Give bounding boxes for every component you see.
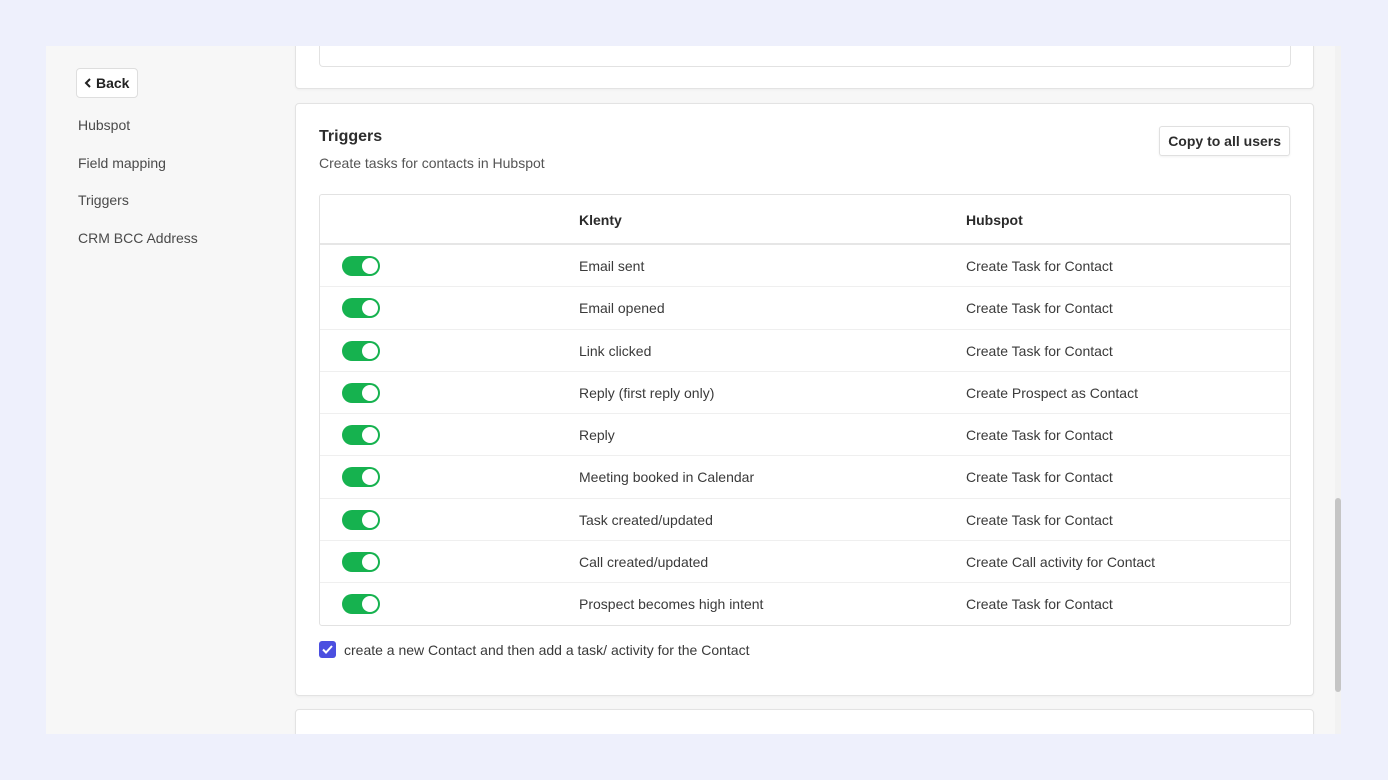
klenty-event: Email opened (579, 300, 665, 317)
sidebar-item-triggers[interactable]: Triggers (78, 192, 129, 208)
hubspot-action: Create Task for Contact (966, 300, 1113, 317)
klenty-event: Call created/updated (579, 554, 709, 571)
toggle-knob (362, 596, 378, 613)
copy-to-all-users-button[interactable]: Copy to all users (1159, 126, 1290, 156)
table-row: Email sent Create Task for Contact (320, 245, 1290, 288)
chevron-left-icon (84, 78, 92, 88)
scrollbar[interactable] (1335, 46, 1341, 734)
klenty-event: Task created/updated (579, 511, 713, 528)
hubspot-action: Create Task for Contact (966, 342, 1113, 359)
sidebar: Back Hubspot Field mapping Triggers CRM … (46, 46, 286, 734)
table-row: Prospect becomes high intent Create Task … (320, 583, 1290, 625)
hubspot-action: Create Task for Contact (966, 511, 1113, 528)
trigger-toggle[interactable] (342, 382, 380, 403)
hubspot-action: Create Call activity for Contact (966, 554, 1156, 571)
table-row: Email opened Create Task for Contact (320, 287, 1290, 330)
toggle-knob (362, 300, 378, 317)
scrollbar-thumb[interactable] (1335, 498, 1341, 692)
hubspot-action: Create Task for Contact (966, 596, 1113, 613)
hubspot-action: Create Task for Contact (966, 427, 1113, 444)
klenty-event: Link clicked (579, 342, 652, 359)
create-contact-option: create a new Contact and then add a task… (319, 641, 749, 658)
toggle-knob (362, 258, 378, 274)
back-button[interactable]: Back (76, 68, 139, 98)
toggle-knob (362, 511, 378, 528)
next-section-card (295, 709, 1314, 734)
table-row: Meeting booked in Calendar Create Task fo… (320, 456, 1290, 499)
sidebar-item-hubspot[interactable]: Hubspot (78, 117, 130, 133)
triggers-subtitle: Create tasks for contacts in Hubspot (319, 155, 545, 171)
trigger-toggle[interactable] (342, 552, 380, 573)
table-row: Reply (first reply only) Create Prospect … (320, 372, 1290, 415)
column-header-hubspot: Hubspot (966, 212, 1023, 228)
klenty-event: Prospect becomes high intent (579, 596, 764, 613)
trigger-toggle[interactable] (342, 256, 380, 276)
trigger-toggle[interactable] (342, 467, 380, 488)
table-row: Link clicked Create Task for Contact (320, 330, 1290, 372)
trigger-toggle[interactable] (342, 594, 380, 615)
triggers-card: Triggers Create tasks for contacts in Hu… (295, 103, 1314, 696)
klenty-event: Email sent (579, 258, 645, 274)
trigger-toggle[interactable] (342, 298, 380, 319)
toggle-knob (362, 554, 378, 571)
back-label: Back (96, 75, 130, 91)
klenty-event: Reply (579, 427, 615, 444)
triggers-title: Triggers (319, 128, 383, 145)
hubspot-action: Create Task for Contact (966, 258, 1113, 274)
klenty-event: Reply (first reply only) (579, 384, 715, 401)
previous-section-card (295, 46, 1314, 89)
toggle-knob (362, 342, 378, 359)
table-row: Task created/updated Create Task for Cont… (320, 499, 1290, 542)
trigger-toggle[interactable] (342, 509, 380, 530)
create-contact-checkbox[interactable] (319, 641, 336, 658)
triggers-table: Klenty Hubspot Email sent Create Task for… (319, 194, 1291, 626)
table-row: Reply Create Task for Contact (320, 414, 1290, 457)
trigger-toggle[interactable] (342, 425, 380, 446)
table-row: Call created/updated Create Call activity… (320, 541, 1290, 584)
klenty-event: Meeting booked in Calendar (579, 469, 755, 486)
create-contact-label: create a new Contact and then add a task… (344, 641, 750, 658)
previous-section-box (319, 46, 1291, 67)
sidebar-item-crm-bcc-address[interactable]: CRM BCC Address (78, 230, 198, 246)
hubspot-action: Create Prospect as Contact (966, 384, 1138, 401)
app-window: Back Hubspot Field mapping Triggers CRM … (46, 46, 1341, 734)
toggle-knob (362, 469, 378, 486)
toggle-knob (362, 384, 378, 401)
sidebar-item-field-mapping[interactable]: Field mapping (78, 155, 166, 171)
column-header-klenty: Klenty (579, 212, 622, 228)
checkmark-icon (322, 645, 333, 654)
toggle-knob (362, 427, 378, 444)
trigger-toggle[interactable] (342, 340, 380, 361)
hubspot-action: Create Task for Contact (966, 469, 1113, 486)
table-header: Klenty Hubspot (320, 195, 1290, 245)
